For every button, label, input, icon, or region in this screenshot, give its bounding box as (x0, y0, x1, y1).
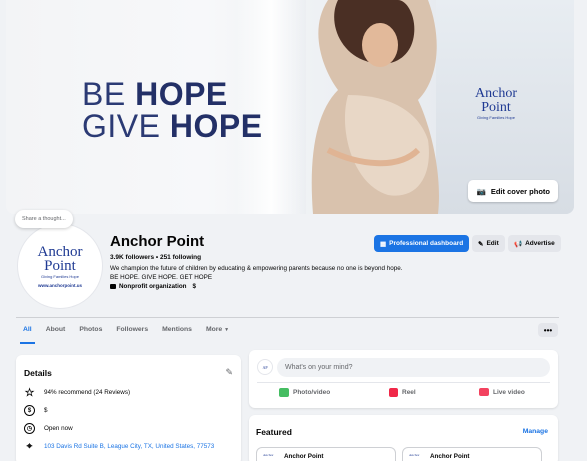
profile-avatar[interactable]: Anchor Point Giving Families Hope www.an… (18, 224, 102, 308)
details-card: Details ✎ ☆ 94% recommend (24 Reviews) $… (16, 355, 241, 461)
more-options-button[interactable]: ••• (538, 323, 558, 337)
reel-icon (389, 388, 398, 397)
composer-divider (257, 382, 550, 383)
page-title: Anchor Point (110, 233, 205, 250)
tab-all[interactable]: All (16, 320, 39, 344)
composer-avatar: AP (257, 359, 273, 375)
professional-dashboard-button[interactable]: ▦ Professional dashboard (374, 235, 470, 252)
tab-photos[interactable]: Photos (72, 320, 109, 342)
featured-item-logo: Anchor (409, 453, 420, 457)
profile-tabs: All About Photos Followers Mentions More… (16, 320, 236, 344)
photo-video-button[interactable]: Photo/video (279, 388, 330, 397)
pencil-icon: ✎ (478, 240, 484, 248)
pregnant-woman-illustration (311, 0, 439, 214)
details-recommend-row[interactable]: ☆ 94% recommend (24 Reviews) (24, 387, 131, 399)
chevron-down-icon: ▼ (224, 327, 230, 333)
megaphone-icon: 📢 (514, 240, 523, 248)
briefcase-icon (110, 284, 116, 289)
featured-item[interactable]: Anchor Anchor Point (256, 447, 396, 461)
details-hours-row: ◷ Open now (24, 423, 73, 434)
tab-mentions[interactable]: Mentions (155, 320, 199, 342)
share-thought-bubble[interactable]: Share a thought... (15, 210, 73, 228)
advertise-button[interactable]: 📢 Advertise (508, 235, 561, 252)
featured-title: Featured (256, 427, 292, 437)
video-camera-icon (479, 388, 489, 396)
page-category: Nonprofit organization $ (110, 283, 196, 290)
location-pin-icon: ⌖ (26, 441, 33, 452)
edit-cover-photo-button[interactable]: 📷 Edit cover photo (468, 180, 558, 202)
post-input[interactable]: What's on your mind? (277, 358, 550, 377)
details-price-row: $ $ (24, 405, 48, 416)
star-icon: ☆ (24, 387, 35, 399)
tab-followers[interactable]: Followers (109, 320, 155, 342)
header-divider (16, 317, 559, 318)
follower-stats[interactable]: 3.9K followers • 251 following (110, 254, 201, 261)
featured-card: Featured Manage Anchor Anchor Point Anch… (249, 415, 558, 461)
featured-item-logo: Anchor (263, 453, 274, 457)
post-composer: AP What's on your mind? Photo/video Reel… (249, 350, 558, 408)
cover-slogan-line-1: BE HOPE (82, 76, 228, 112)
live-video-button[interactable]: Live video (479, 388, 525, 396)
avatar-logo-url: www.anchorpoint.us (37, 282, 83, 288)
edit-details-pencil-icon[interactable]: ✎ (225, 367, 233, 378)
camera-icon: 📷 (476, 186, 486, 196)
avatar-logo-tagline: Giving Families Hope (40, 273, 79, 279)
cover-photo[interactable]: BE HOPE GIVE HOPE Anchor Point Giving Fa… (6, 0, 574, 214)
details-address-row[interactable]: ⌖ 103 Davis Rd Suite B, League City, TX,… (24, 441, 215, 452)
manage-featured-link[interactable]: Manage (523, 428, 548, 435)
page: BE HOPE GIVE HOPE Anchor Point Giving Fa… (0, 0, 587, 461)
edit-button[interactable]: ✎ Edit (472, 235, 505, 252)
photo-icon (279, 388, 289, 397)
dashboard-icon: ▦ (380, 240, 387, 248)
details-title: Details (24, 368, 52, 378)
tab-more[interactable]: More ▼ (199, 320, 236, 342)
featured-item[interactable]: Anchor Anchor Point (402, 447, 542, 461)
page-bio: We champion the future of children by ed… (110, 265, 403, 281)
cover-logo: Anchor Point Giving Families Hope (475, 86, 517, 121)
dollar-icon: $ (24, 405, 35, 416)
cover-slogan-line-2: GIVE HOPE (82, 108, 263, 144)
avatar-logo-name: Anchor Point (37, 243, 83, 274)
clock-icon: ◷ (24, 423, 35, 434)
tab-about[interactable]: About (39, 320, 73, 342)
reel-button[interactable]: Reel (389, 388, 416, 397)
